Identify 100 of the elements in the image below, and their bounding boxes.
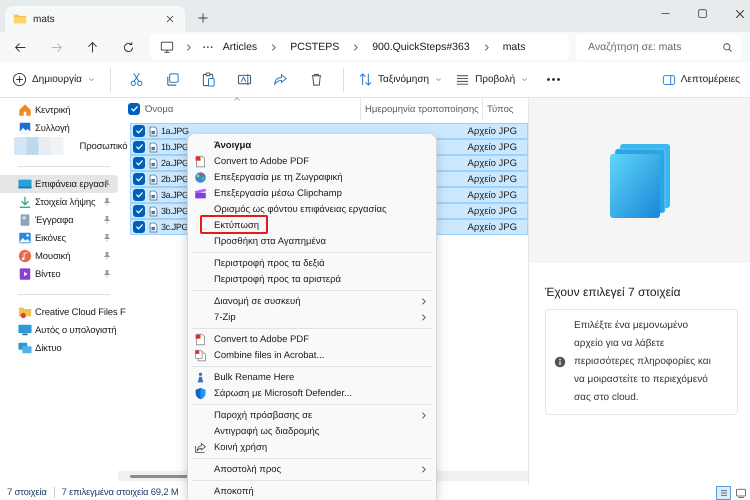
sidebar-item[interactable]: Δίκτυο bbox=[0, 339, 118, 357]
new-button[interactable]: Δημιουργία bbox=[6, 66, 102, 94]
breadcrumb[interactable]: mats bbox=[498, 41, 530, 53]
more-icon[interactable] bbox=[203, 46, 213, 48]
view-button[interactable]: Προβολή bbox=[449, 66, 536, 94]
list-view-button[interactable] bbox=[716, 486, 731, 500]
menu-item[interactable]: Περιστροφή προς τα δεξιά bbox=[188, 255, 436, 271]
sidebar-item[interactable]: Αυτός ο υπολογιστή bbox=[0, 321, 118, 339]
breadcrumb[interactable]: 900.QuickSteps#363 bbox=[368, 41, 474, 53]
pdf-icon bbox=[194, 332, 207, 346]
sidebar-item[interactable]: Κεντρική bbox=[0, 101, 118, 119]
sidebar-item[interactable]: Προσωπικό bbox=[0, 137, 128, 155]
rename-icon bbox=[237, 72, 252, 87]
tab-title: mats bbox=[33, 14, 56, 24]
close-icon[interactable] bbox=[734, 8, 746, 20]
menu-item[interactable]: Επεξεργασία μέσω Clipchamp bbox=[188, 185, 436, 201]
column-header[interactable]: Ημερομηνία τροποποίησης bbox=[360, 98, 482, 120]
file-type: Αρχείο JPG bbox=[468, 174, 517, 184]
checkbox[interactable] bbox=[133, 125, 145, 137]
new-tab-icon[interactable] bbox=[197, 12, 209, 24]
checkmark-icon bbox=[136, 176, 142, 182]
checkmark-icon bbox=[136, 224, 142, 230]
image-file-icon bbox=[148, 206, 159, 216]
menu-item[interactable]: Άνοιγμα bbox=[188, 137, 436, 153]
file-type: Αρχείο JPG bbox=[468, 158, 517, 168]
copy-icon bbox=[165, 72, 180, 87]
up-icon bbox=[86, 40, 98, 54]
menu-item[interactable]: Αντιγραφή ως διαδρομής bbox=[188, 423, 436, 439]
info-text: Επιλέξτε ένα μεμονωμένο αρχείο για να λάβετε περισσότερες πληροφορίες και να μοιραστείτε το περιεχόμενό σας στο cloud. bbox=[574, 319, 712, 405]
details-pane-icon bbox=[662, 72, 676, 86]
sidebar-item[interactable]: Βίντεο bbox=[0, 265, 118, 283]
file-type: Αρχείο JPG bbox=[468, 206, 517, 216]
selection-info: 7 επιλεγμένα στοιχεία 69,2 M bbox=[62, 487, 179, 498]
search-field[interactable]: Αναζήτηση σε: mats bbox=[576, 34, 741, 60]
sidebar-item[interactable]: Creative Cloud Files F bbox=[0, 303, 126, 321]
checkmark-icon bbox=[136, 128, 142, 134]
column-header[interactable]: Όνομα bbox=[140, 98, 360, 120]
menu-item[interactable]: Διανομή σε συσκευή bbox=[188, 293, 436, 309]
image-file-icon bbox=[148, 174, 159, 184]
menu-item[interactable]: Περιστροφή προς τα αριστερά bbox=[188, 271, 436, 287]
folder-icon bbox=[18, 305, 32, 319]
sidebar-item[interactable]: Εικόνες bbox=[0, 229, 118, 247]
checkmark-icon bbox=[136, 144, 142, 150]
select-all-checkbox[interactable] bbox=[128, 103, 140, 115]
forward-icon bbox=[50, 40, 62, 54]
paste-icon bbox=[201, 72, 216, 87]
refresh-icon bbox=[122, 40, 134, 54]
menu-item[interactable]: Επεξεργασία με τη Ζωγραφική bbox=[188, 169, 436, 185]
sidebar-item[interactable]: Στοιχεία λήψης bbox=[0, 193, 118, 211]
checkbox[interactable] bbox=[133, 173, 145, 185]
checkbox[interactable] bbox=[133, 189, 145, 201]
breadcrumb[interactable]: PCSTEPS bbox=[286, 41, 344, 53]
menu-item[interactable]: Αποστολή προς bbox=[188, 461, 436, 477]
back-icon bbox=[14, 40, 26, 54]
menu-item[interactable]: Bulk Rename Here bbox=[188, 369, 436, 385]
checkmark-icon bbox=[136, 192, 142, 198]
sort-icon bbox=[358, 72, 373, 87]
music-icon bbox=[18, 249, 32, 263]
file-type: Αρχείο JPG bbox=[468, 126, 517, 136]
sidebar-item[interactable]: Επιφάνεια εργασί bbox=[0, 175, 118, 193]
menu-item[interactable]: 7-Zip bbox=[188, 309, 436, 325]
blurred-image-icon bbox=[14, 137, 64, 155]
file-type: Αρχείο JPG bbox=[468, 142, 517, 152]
maximize-icon[interactable] bbox=[697, 8, 708, 19]
share-icon bbox=[194, 440, 207, 454]
menu-item[interactable]: Εκτύπωση bbox=[188, 217, 436, 233]
sort-button[interactable]: Ταξινόμηση bbox=[352, 66, 450, 94]
menu-item[interactable]: Convert to Adobe PDF bbox=[188, 153, 436, 169]
checkbox[interactable] bbox=[133, 141, 145, 153]
info-icon bbox=[554, 356, 566, 368]
close-icon[interactable] bbox=[165, 14, 175, 24]
checkbox[interactable] bbox=[133, 221, 145, 233]
checkbox[interactable] bbox=[133, 157, 145, 169]
more-icon bbox=[546, 78, 560, 81]
menu-item[interactable]: Σάρωση με Microsoft Defender... bbox=[188, 385, 436, 401]
menu-item[interactable]: Combine files in Acrobat... bbox=[188, 347, 436, 363]
menu-item[interactable]: Προσθήκη στα Αγαπημένα bbox=[188, 233, 436, 249]
checkbox[interactable] bbox=[133, 205, 145, 217]
browser-tab[interactable]: mats bbox=[5, 6, 185, 32]
menu-item[interactable]: Παροχή πρόσβασης σε bbox=[188, 407, 436, 423]
tiles-view-icon bbox=[734, 486, 746, 498]
sidebar-item[interactable]: Συλλογή bbox=[0, 119, 118, 137]
video-icon bbox=[18, 267, 32, 281]
menu-item[interactable]: Ορισμός ως φόντου επιφάνειας εργασίας bbox=[188, 201, 436, 217]
palette-icon bbox=[194, 170, 207, 184]
details-button[interactable]: Λεπτομέρειες bbox=[656, 66, 746, 94]
address-bar[interactable]: Articles PCSTEPS 900.QuickSteps#363 mats bbox=[150, 34, 569, 60]
menu-item[interactable]: Κοινή χρήση bbox=[188, 439, 436, 455]
menu-item[interactable]: Αποκοπή bbox=[188, 483, 436, 499]
checkmark-icon bbox=[136, 160, 142, 166]
file-type: Αρχείο JPG bbox=[468, 190, 517, 200]
computer-icon bbox=[18, 323, 32, 337]
item-count: 7 στοιχεία bbox=[7, 487, 47, 498]
column-header[interactable]: Τύπος bbox=[482, 98, 528, 120]
sidebar-item[interactable]: Μουσική bbox=[0, 247, 118, 265]
sidebar-item[interactable]: Έγγραφα bbox=[0, 211, 118, 229]
picture-icon bbox=[18, 231, 32, 245]
breadcrumb[interactable]: Articles bbox=[218, 41, 262, 53]
image-file-icon bbox=[148, 158, 159, 168]
menu-item[interactable]: Convert to Adobe PDF bbox=[188, 331, 436, 347]
